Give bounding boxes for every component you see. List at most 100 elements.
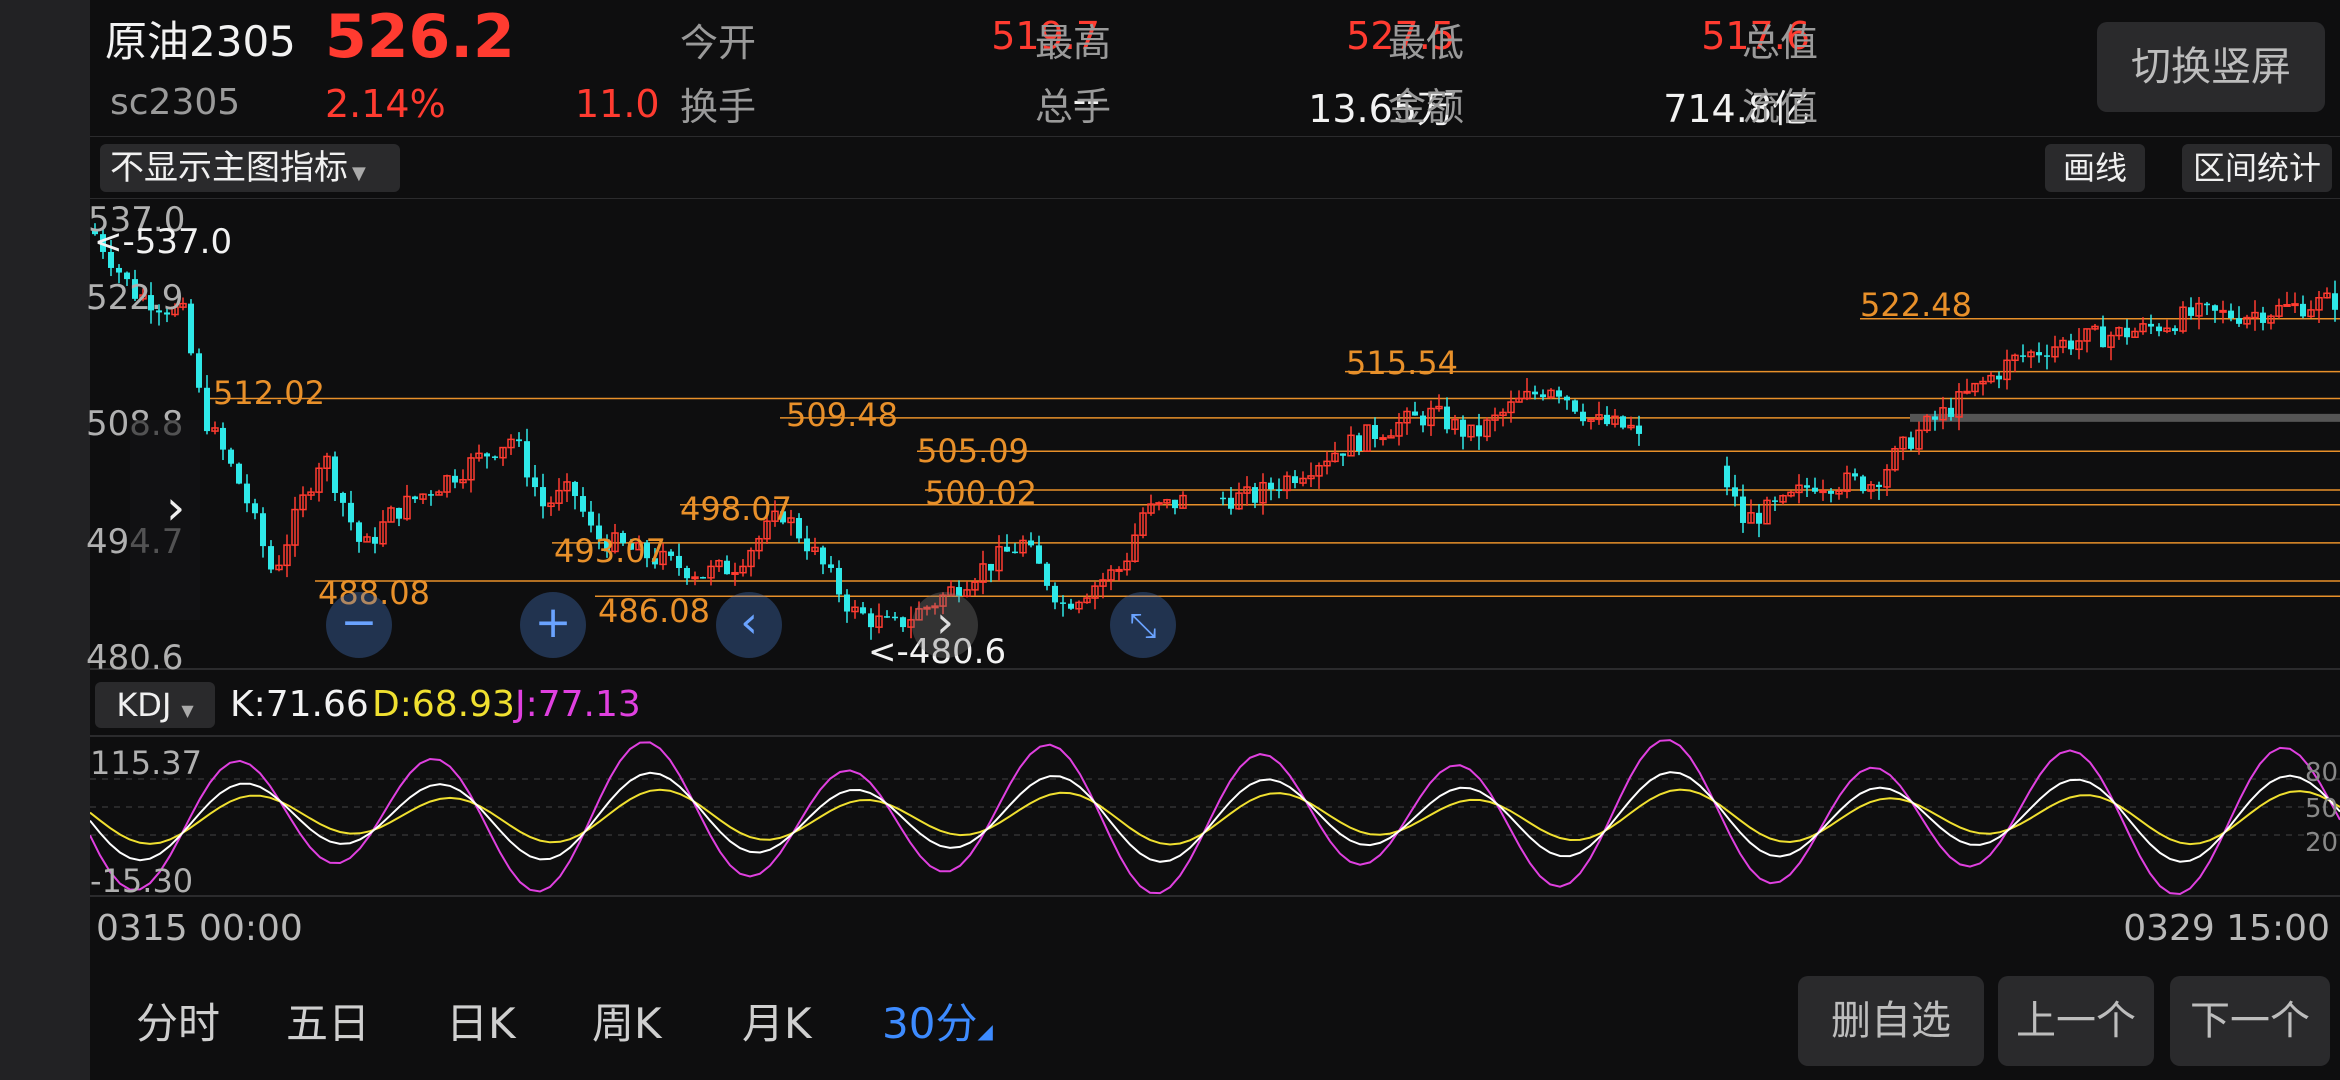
next-button[interactable]: 下一个 [2170,976,2330,1066]
candle-body [2260,312,2266,323]
candle-body [1060,602,1066,604]
chevron-right-icon: › [936,597,954,648]
switch-portrait-button[interactable]: 切换竖屏 [2097,22,2325,112]
stat-label-turnover: 换手 [680,85,757,129]
candle-body [1732,487,1738,497]
candle-body [1828,490,1834,494]
y-label-min: 480.6 [86,638,184,678]
tab-intraday[interactable]: 分时 [136,990,220,1051]
candle-body [2036,352,2042,356]
candle-body [1052,585,1058,603]
interval-stats-button[interactable]: 区间统计 [2182,144,2332,192]
candle-body [1379,437,1387,441]
candle-body [236,463,242,484]
futures-chart-screen: 原油2305 526.2 sc2305 2.14% 11.0 今开 519.7 … [86,0,2340,1080]
minus-icon: − [340,597,378,648]
time-axis-end: 0329 15:00 [2123,908,2330,949]
candle-body [844,594,850,612]
kdj-indicator-select[interactable]: KDJ ▼ [95,682,215,728]
left-edge-bar [0,0,90,1080]
candle-body [2044,355,2050,357]
zoom-out-button[interactable]: − [326,592,392,658]
stat-label-low: 最低 [1388,21,1465,65]
level-label-505: 505.09 [917,432,1029,470]
tab-daily-k[interactable]: 日K [446,990,516,1051]
stat-label-amount: 金额 [1388,85,1465,129]
candle-body [492,456,498,458]
candle-body [484,453,490,457]
candle-body [1932,416,1938,420]
candle-body [196,353,202,388]
candle-body [1340,453,1346,456]
tab-30min[interactable]: 30分◢ [882,990,993,1051]
candle-body [1155,502,1163,506]
tab-five-day[interactable]: 五日 [286,990,370,1051]
candle-body [868,613,874,628]
instrument-code: sc2305 [110,82,241,123]
candle-body [2068,340,2074,350]
main-indicator-select[interactable]: 不显示主图指标 ▼ [100,144,400,192]
candle-body [244,483,250,504]
max-price-marker: <-537.0 [94,222,233,262]
kdj-j-value: J:77.13 [515,684,641,725]
candle-body [1420,415,1426,426]
candle-body [332,456,338,493]
candle-body [588,511,594,526]
kdj-level-80: 80 [2305,758,2339,788]
candle-body [516,439,522,442]
candle-body [340,492,346,503]
tab-monthly-k[interactable]: 月K [742,990,812,1051]
draw-line-button[interactable]: 画线 [2045,144,2145,192]
candle-body [1028,540,1034,546]
candle-body [540,487,546,507]
previous-button[interactable]: 上一个 [1998,976,2154,1066]
candle-body [268,546,274,570]
scroll-left-button[interactable]: ‹ [716,592,782,658]
kdj-level-50: 50 [2305,794,2339,824]
delete-watchlist-button[interactable]: 删自选 [1798,976,1984,1066]
scroll-right-button[interactable]: › [912,592,978,658]
kdj-d-value: D:68.93 [372,684,515,725]
candle-body [1819,490,1827,494]
candle-body [1115,568,1123,572]
candle-body [204,387,210,432]
chevron-left-icon: ‹ [740,597,758,648]
candle-body [1012,551,1018,554]
candle-body [1412,411,1418,416]
candle-body [220,427,226,450]
candle-body [684,568,690,579]
candle-body [1036,545,1042,564]
candle-body [828,564,834,568]
zoom-in-button[interactable]: + [520,592,586,658]
candle-body [2228,310,2234,319]
candle-body [524,441,530,478]
candle-body [900,617,906,628]
candle-body [1564,396,1570,401]
candle-body [1740,496,1746,523]
candle-body [1852,473,1858,477]
price-band [1910,413,2340,422]
candle-body [1556,390,1562,397]
candle-body [2148,323,2154,327]
candle-body [1636,425,1642,434]
tab-weekly-k[interactable]: 周K [592,990,662,1051]
level-label-509: 509.48 [786,396,898,434]
candle-body [700,577,706,579]
candle-body [412,496,418,500]
candle-body [1172,499,1178,509]
candle-body [1756,512,1762,524]
candle-body [804,538,810,552]
kdj-k-value: K:71.66 [230,684,369,725]
instrument-name: 原油2305 [105,17,296,66]
side-panel-toggle[interactable]: › [130,420,200,620]
stat-label-volume: 总手 [1035,85,1112,129]
reset-zoom-button[interactable]: ⤡ [1110,592,1176,658]
stat-label-open: 今开 [680,21,757,65]
candle-body [1044,563,1050,586]
candle-body [1572,400,1578,412]
candle-body [452,475,458,483]
candle-body [1604,414,1610,425]
level-label-486: 486.08 [598,592,710,630]
candle-body [396,507,402,519]
candle-body [252,503,258,514]
